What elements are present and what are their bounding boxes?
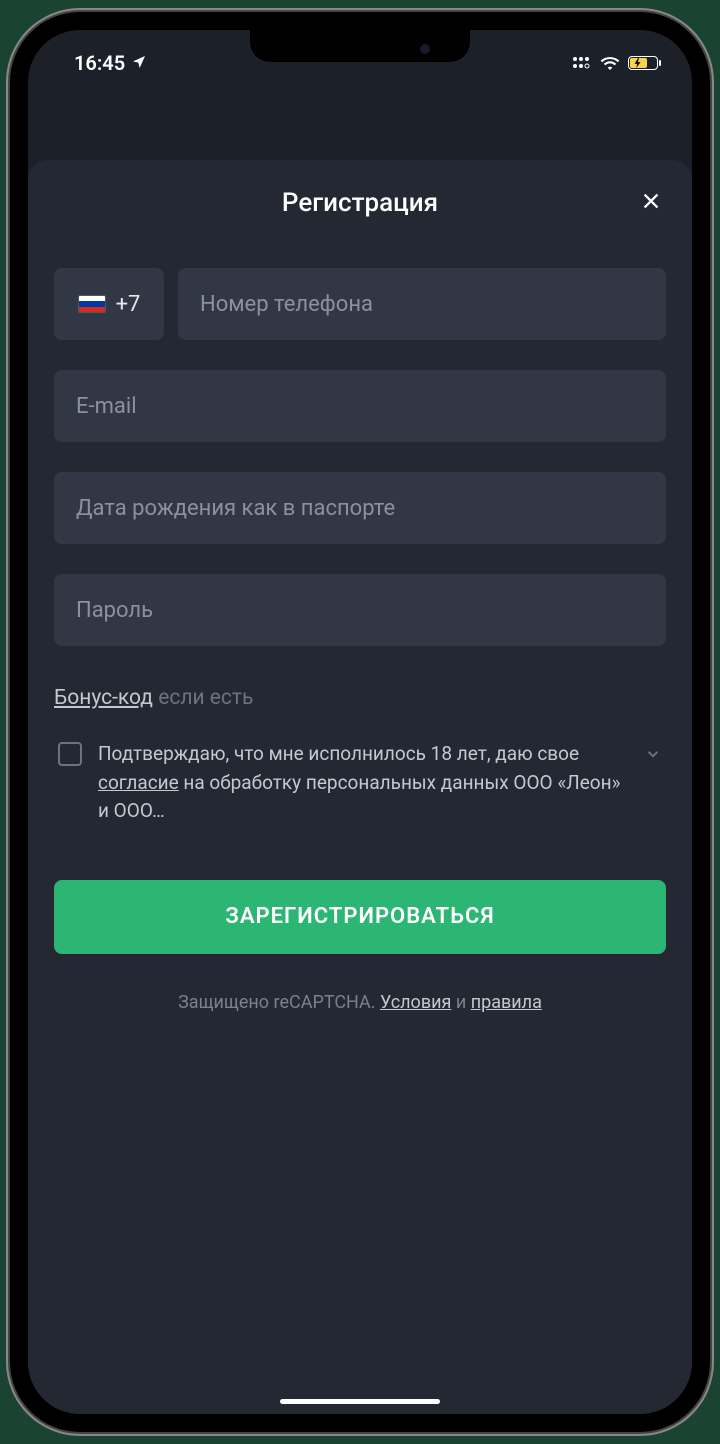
battery-icon [628,56,658,70]
home-indicator[interactable] [280,1399,440,1404]
status-time: 16:45 [74,51,125,75]
recaptcha-rules-link[interactable]: правила [471,992,542,1013]
phone-screen: 16:45 [28,30,692,1414]
recaptcha-notice: Защищено reCAPTCHA. Условия и правила [54,992,666,1013]
consent-checkbox[interactable] [58,742,82,766]
wifi-icon [600,51,620,75]
password-input[interactable]: Пароль [54,574,666,646]
location-arrow-icon [131,51,147,75]
country-code-label: +7 [116,292,141,317]
phone-notch [250,30,470,62]
registration-sheet: Регистрация +7 Номер телефона [28,160,692,1414]
russia-flag-icon [78,295,106,313]
register-button-label: ЗАРЕГИСТРИРОВАТЬСЯ [225,904,494,929]
country-code-selector[interactable]: +7 [54,268,164,340]
phone-frame: 16:45 [10,12,710,1432]
consent-text: Подтверждаю, что мне исполнилось 18 лет,… [98,740,628,826]
sheet-header: Регистрация [54,188,666,218]
chevron-down-icon[interactable] [644,744,662,768]
bonus-code-link[interactable]: Бонус-код [54,686,153,710]
bonus-code-hint: если есть [153,686,253,710]
email-input[interactable]: E-mail [54,370,666,442]
sheet-title: Регистрация [282,188,438,218]
recaptcha-terms-link[interactable]: Условия [380,992,451,1013]
dob-input[interactable]: Дата рождения как в паспорте [54,472,666,544]
close-icon [640,190,662,212]
dob-placeholder: Дата рождения как в паспорте [76,496,395,521]
phone-placeholder: Номер телефона [200,292,373,317]
bonus-code-row: Бонус-код если есть [54,686,666,710]
close-button[interactable] [640,190,662,218]
email-placeholder: E-mail [76,394,137,419]
recaptcha-prefix: Защищено reCAPTCHA. [178,992,380,1013]
consent-row: Подтверждаю, что мне исполнилось 18 лет,… [54,740,666,826]
recaptcha-and: и [451,992,470,1013]
signal-dots-icon [572,51,592,75]
phone-input[interactable]: Номер телефона [178,268,666,340]
consent-agreement-link[interactable]: согласие [98,771,179,794]
password-placeholder: Пароль [76,598,153,623]
consent-text-before: Подтверждаю, что мне исполнилось 18 лет,… [98,742,579,765]
register-button[interactable]: ЗАРЕГИСТРИРОВАТЬСЯ [54,880,666,954]
